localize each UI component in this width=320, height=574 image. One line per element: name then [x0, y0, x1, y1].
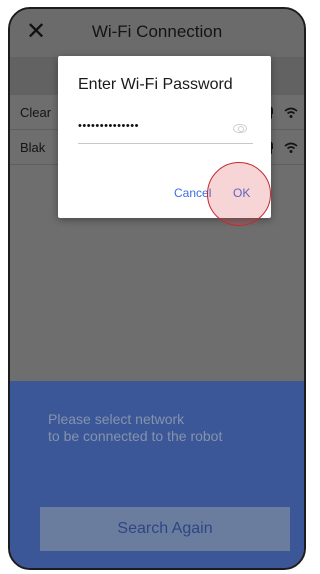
dialog-title: Enter Wi-Fi Password [78, 76, 233, 93]
page-title: Wi-Fi Connection [91, 22, 223, 41]
password-value: •••••••••••••• [78, 120, 139, 132]
ok-button[interactable]: OK [233, 186, 250, 200]
status-panel: Please select network to be connected to… [10, 381, 304, 568]
network-name: Clear [20, 105, 52, 120]
password-field[interactable]: •••••••••••••• [78, 114, 253, 144]
network-name: Blak [20, 140, 46, 155]
header-bar: ✕ Wi-Fi Connection [10, 9, 304, 57]
search-again-button[interactable]: Search Again [40, 507, 290, 551]
eye-icon[interactable] [233, 124, 247, 133]
wifi-icon [284, 104, 298, 120]
password-dialog: Enter Wi-Fi Password •••••••••••••• Canc… [58, 56, 271, 218]
cancel-button[interactable]: Cancel [174, 186, 211, 200]
network-prompt: Please select network to be connected to… [48, 411, 223, 444]
wifi-icon [284, 139, 298, 155]
